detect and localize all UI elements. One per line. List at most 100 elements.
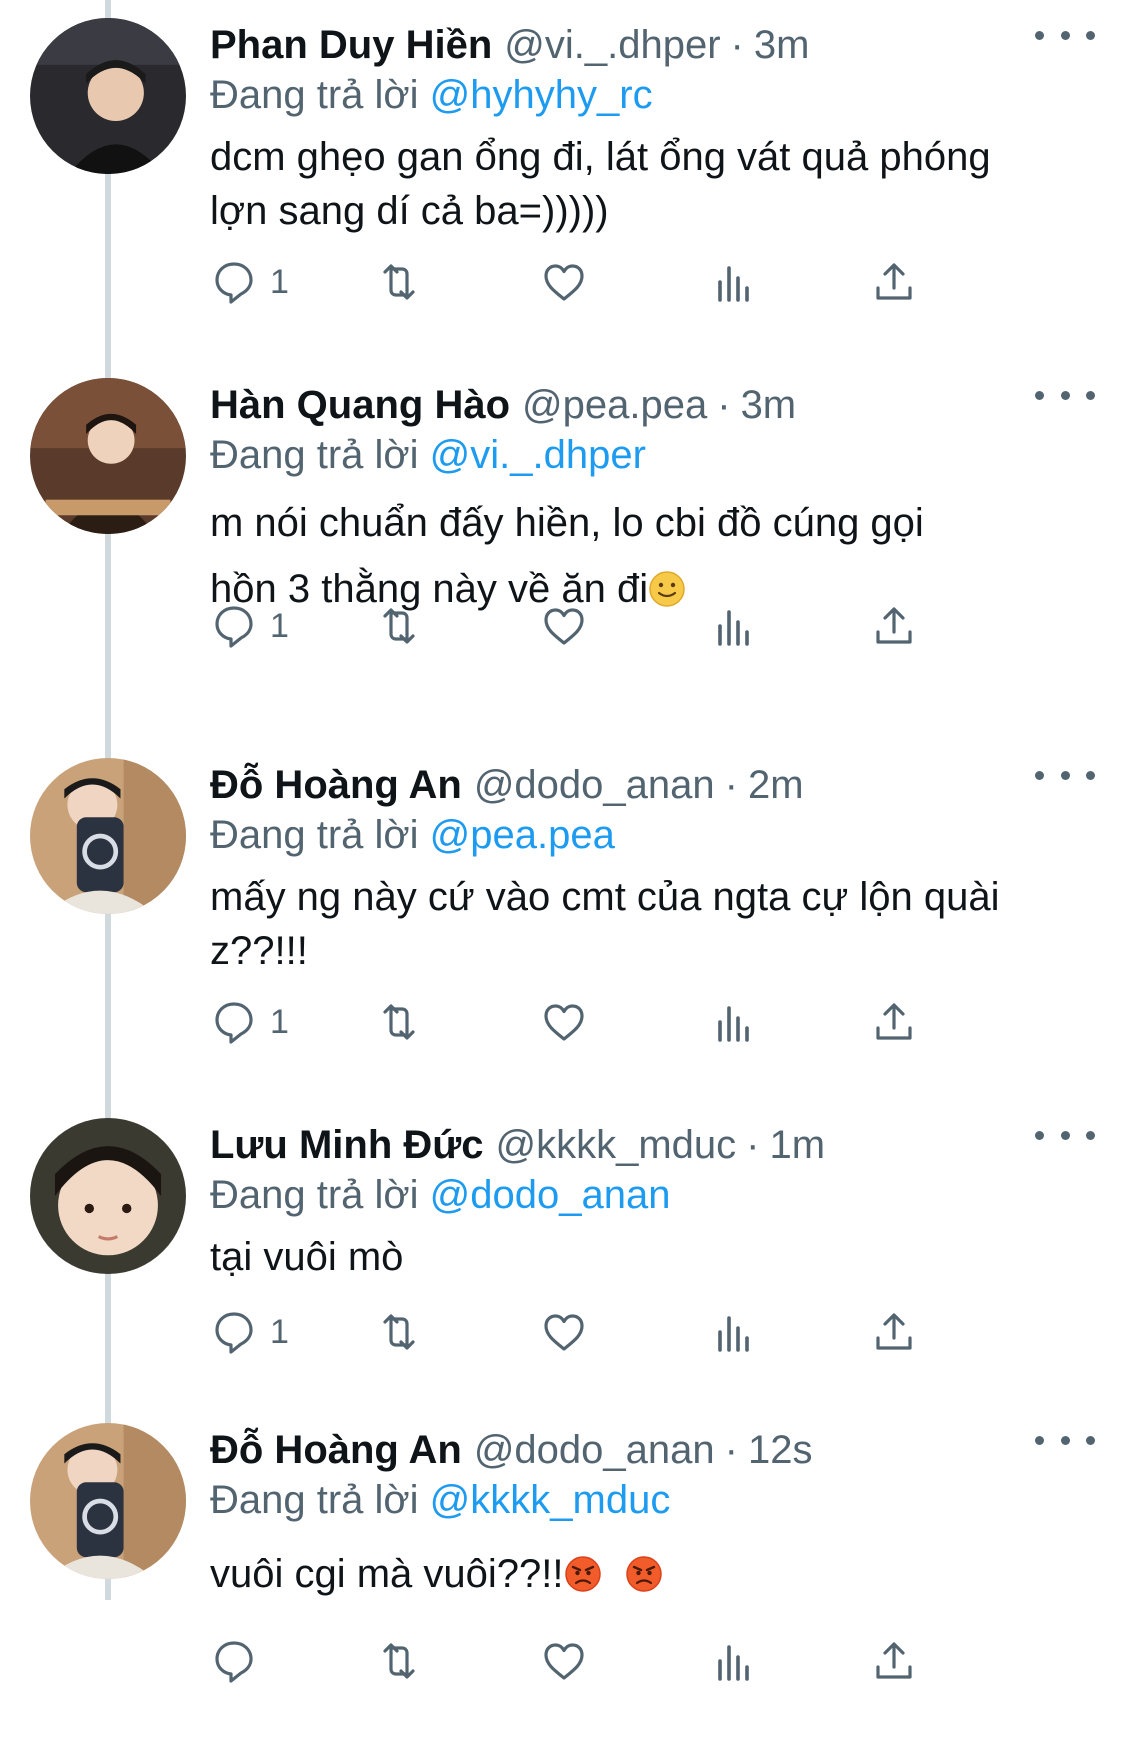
like-button[interactable] xyxy=(540,1302,588,1362)
action-bar: 1 xyxy=(210,252,1010,312)
user-handle[interactable]: @dodo_anan xyxy=(474,760,715,810)
share-button[interactable] xyxy=(870,1631,918,1691)
share-icon xyxy=(876,1313,912,1350)
reply-icon xyxy=(215,1002,253,1044)
reply-icon xyxy=(215,1312,253,1354)
display-name[interactable]: Hàn Quang Hào xyxy=(210,380,510,430)
more-icon[interactable] xyxy=(1035,760,1095,790)
share-button[interactable] xyxy=(870,252,918,312)
reply-icon xyxy=(215,1641,253,1683)
like-icon xyxy=(544,264,584,301)
analytics-button[interactable] xyxy=(710,596,758,656)
reply-mention[interactable]: @hyhyhy_rc xyxy=(430,73,653,117)
avatar[interactable] xyxy=(30,18,186,174)
share-icon xyxy=(876,263,912,300)
separator-dot: · xyxy=(724,1428,738,1472)
reply-context: Đang trả lời @kkkk_mduc xyxy=(210,1475,1085,1525)
angry-face-emoji xyxy=(564,1555,601,1593)
timestamp[interactable]: 3m xyxy=(741,380,797,430)
separator-dot: · xyxy=(717,383,731,427)
more-icon[interactable] xyxy=(1035,380,1095,410)
share-button[interactable] xyxy=(870,596,918,656)
reply-prefix: Đang trả lời xyxy=(210,433,430,477)
like-button[interactable] xyxy=(540,596,588,656)
analytics-button[interactable] xyxy=(710,1302,758,1362)
user-handle[interactable]: @kkkk_mduc xyxy=(495,1120,736,1170)
more-icon[interactable] xyxy=(1035,1120,1095,1150)
avatar[interactable] xyxy=(30,1423,186,1579)
reply-context: Đang trả lời @hyhyhy_rc xyxy=(210,70,1085,120)
analytics-icon xyxy=(718,266,749,302)
tweet-text-line: m nói chuẩn đấy hiền, lo cbi đồ cúng gọi xyxy=(210,501,924,545)
timestamp[interactable]: 12s xyxy=(748,1425,813,1475)
timestamp[interactable]: 3m xyxy=(754,20,810,70)
reply-mention[interactable]: @pea.pea xyxy=(430,813,615,857)
display-name[interactable]: Phan Duy Hiền xyxy=(210,20,492,70)
reply-button[interactable]: 1 xyxy=(210,992,289,1052)
reply-mention[interactable]: @vi._.dhper xyxy=(430,433,646,477)
avatar[interactable] xyxy=(30,758,186,914)
analytics-button[interactable] xyxy=(710,1631,758,1691)
display-name[interactable]: Đỗ Hoàng An xyxy=(210,760,462,810)
timestamp[interactable]: 2m xyxy=(748,760,804,810)
like-button[interactable] xyxy=(540,252,588,312)
tweet-text-line: z??!!! xyxy=(210,929,308,973)
reply-prefix: Đang trả lời xyxy=(210,1478,430,1522)
user-handle[interactable]: @vi._.dhper xyxy=(504,20,720,70)
retweet-button[interactable] xyxy=(375,596,423,656)
reply-context: Đang trả lời @vi._.dhper xyxy=(210,430,1085,480)
angry-face-emoji xyxy=(625,1555,662,1593)
analytics-icon xyxy=(718,1006,749,1042)
user-handle[interactable]: @dodo_anan xyxy=(474,1425,715,1475)
reply-count: 1 xyxy=(270,1312,289,1351)
retweet-button[interactable] xyxy=(375,1631,423,1691)
reply-count: 1 xyxy=(270,262,289,301)
display-name[interactable]: Lưu Minh Đức xyxy=(210,1120,483,1170)
reply-context: Đang trả lời @pea.pea xyxy=(210,810,1085,860)
analytics-button[interactable] xyxy=(710,252,758,312)
reply-count: 1 xyxy=(270,1002,289,1041)
reply-mention[interactable]: @kkkk_mduc xyxy=(430,1478,671,1522)
retweet-icon xyxy=(383,264,415,300)
retweet-button[interactable] xyxy=(375,992,423,1052)
separator-dot: · xyxy=(746,1123,760,1167)
action-bar: 1 xyxy=(210,992,1010,1052)
reply-icon xyxy=(215,262,253,304)
analytics-icon xyxy=(718,1316,749,1352)
like-icon xyxy=(544,1314,584,1351)
reply-button[interactable] xyxy=(210,1631,270,1691)
action-bar: 1 xyxy=(210,1302,1010,1362)
retweet-icon xyxy=(383,1004,415,1040)
avatar[interactable] xyxy=(30,378,186,534)
reply-mention[interactable]: @dodo_anan xyxy=(430,1173,671,1217)
analytics-icon xyxy=(718,610,749,646)
reply-count: 1 xyxy=(270,606,289,645)
reply-button[interactable]: 1 xyxy=(210,1302,289,1362)
separator-dot: · xyxy=(730,23,744,67)
like-icon xyxy=(544,1004,584,1041)
action-bar: 1 xyxy=(210,596,1010,656)
user-handle[interactable]: @pea.pea xyxy=(522,380,707,430)
more-icon[interactable] xyxy=(1035,20,1095,50)
share-button[interactable] xyxy=(870,992,918,1052)
like-button[interactable] xyxy=(540,1631,588,1691)
share-button[interactable] xyxy=(870,1302,918,1362)
display-name[interactable]: Đỗ Hoàng An xyxy=(210,1425,462,1475)
retweet-button[interactable] xyxy=(375,1302,423,1362)
analytics-button[interactable] xyxy=(710,992,758,1052)
tweet-text-line: lợn sang dí cả ba=))))) xyxy=(210,189,609,233)
reply-prefix: Đang trả lời xyxy=(210,813,430,857)
reply-button[interactable]: 1 xyxy=(210,252,289,312)
like-button[interactable] xyxy=(540,992,588,1052)
action-bar xyxy=(210,1631,1010,1691)
like-icon xyxy=(544,1643,584,1680)
retweet-icon xyxy=(383,1643,415,1679)
timestamp[interactable]: 1m xyxy=(769,1120,825,1170)
more-icon[interactable] xyxy=(1035,1425,1095,1455)
tweet-text: vuôi cgi mà vuôi??!! xyxy=(210,1547,1085,1601)
share-icon xyxy=(876,607,912,644)
avatar[interactable] xyxy=(30,1118,186,1274)
retweet-button[interactable] xyxy=(375,252,423,312)
reply-button[interactable]: 1 xyxy=(210,596,289,656)
reply-icon xyxy=(215,606,253,648)
